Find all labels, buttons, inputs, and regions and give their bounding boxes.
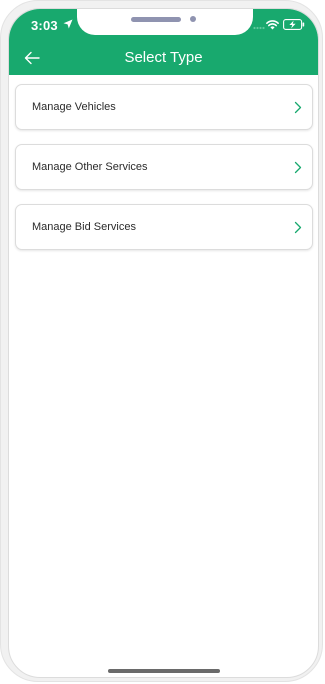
page-title: Select Type bbox=[124, 49, 203, 66]
phone-frame: 3:03 Select Type Manage Vehicles Manage … bbox=[0, 0, 323, 682]
list-item-manage-vehicles[interactable]: Manage Vehicles bbox=[15, 84, 313, 130]
front-camera bbox=[190, 16, 196, 22]
type-list: Manage Vehicles Manage Other Services Ma… bbox=[15, 84, 313, 264]
list-item-manage-bid-services[interactable]: Manage Bid Services bbox=[15, 204, 313, 250]
battery-charging-icon bbox=[283, 19, 305, 30]
location-arrow-icon bbox=[63, 19, 73, 29]
home-indicator[interactable] bbox=[108, 669, 220, 673]
list-item-manage-other-services[interactable]: Manage Other Services bbox=[15, 144, 313, 190]
chevron-right-icon bbox=[294, 101, 302, 114]
speaker-grille bbox=[131, 17, 181, 22]
chevron-right-icon bbox=[294, 221, 302, 234]
list-item-label: Manage Bid Services bbox=[32, 221, 136, 233]
status-time: 3:03 bbox=[31, 18, 58, 33]
signal-icon bbox=[253, 26, 265, 30]
app-header: 3:03 Select Type bbox=[9, 9, 318, 75]
list-item-label: Manage Other Services bbox=[32, 161, 148, 173]
device-notch bbox=[77, 9, 253, 35]
wifi-icon bbox=[266, 20, 279, 30]
chevron-right-icon bbox=[294, 161, 302, 174]
app-screen: 3:03 Select Type Manage Vehicles Manage … bbox=[8, 8, 319, 678]
list-item-label: Manage Vehicles bbox=[32, 101, 116, 113]
